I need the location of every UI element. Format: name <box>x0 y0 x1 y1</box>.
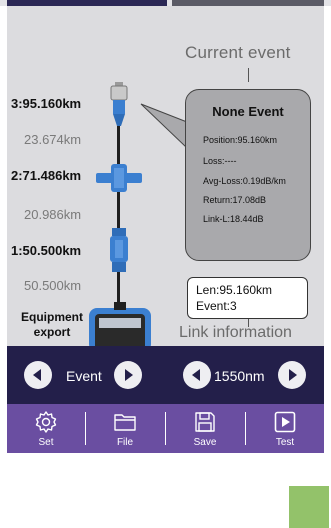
arrow-right-icon <box>289 369 297 381</box>
navigation-bar: Event 1550nm <box>7 346 324 404</box>
save-button[interactable]: Save <box>166 404 244 453</box>
link-length: Len:95.160km <box>196 283 273 297</box>
equipment-label-line-2: export <box>33 325 71 339</box>
adapter-connector-icon[interactable] <box>108 228 130 274</box>
event-3-distance: 3:95.160km <box>11 96 82 111</box>
splice-connector-icon[interactable] <box>96 164 142 192</box>
equipment-label-line-1: Equipment <box>21 310 83 324</box>
save-icon <box>195 412 215 432</box>
event-type-title: None Event <box>212 104 284 119</box>
end-connector-icon[interactable] <box>107 82 131 128</box>
folder-icon <box>114 414 136 431</box>
equipment-export-label: Equipment export <box>15 310 89 340</box>
arrow-right-icon <box>125 369 133 381</box>
set-button[interactable]: Set <box>7 404 85 453</box>
wavelength-next-button[interactable] <box>278 361 306 389</box>
file-label: File <box>116 437 134 448</box>
set-label: Set <box>38 437 54 448</box>
save-label: Save <box>193 437 217 448</box>
event-loss: Loss:---- <box>203 156 237 166</box>
wavelength-prev-button[interactable] <box>183 361 211 389</box>
event-info-panel: None Event Position:95.160km Loss:---- A… <box>185 89 311 261</box>
corner-green-block <box>289 486 329 528</box>
wavelength-label: 1550nm <box>214 368 265 384</box>
link-info-box: Len:95.160km Event:3 <box>187 277 308 319</box>
bottom-toolbar: Set File Save Test <box>7 404 324 453</box>
play-icon <box>274 411 296 433</box>
otdr-device-icon <box>89 302 151 346</box>
segment-3-length: 23.674km <box>24 132 82 147</box>
segment-1-length: 50.500km <box>24 278 82 293</box>
event-nav-label: Event <box>66 368 102 384</box>
event-1-distance: 1:50.500km <box>11 243 82 258</box>
event-2-distance: 2:71.486km <box>11 168 82 183</box>
segment-2-length: 20.986km <box>24 207 82 222</box>
link-info-title: Link information <box>179 324 292 341</box>
event-avg-loss: Avg-Loss:0.19dB/km <box>203 176 286 186</box>
file-button[interactable]: File <box>86 404 164 453</box>
event-return: Return:17.08dB <box>203 195 267 205</box>
arrow-left-icon <box>33 369 41 381</box>
event-prev-button[interactable] <box>24 361 52 389</box>
arrow-left-icon <box>192 369 200 381</box>
link-event-count: Event:3 <box>196 299 237 313</box>
test-label: Test <box>275 437 295 448</box>
current-event-title: Current event <box>185 43 291 62</box>
event-map-screen: Current event 3:95.160km 23.674km 2:71.4… <box>7 6 324 346</box>
test-button[interactable]: Test <box>246 404 324 453</box>
event-next-button[interactable] <box>114 361 142 389</box>
event-link-loss: Link-L:18.44dB <box>203 214 264 224</box>
event-position: Position:95.160km <box>203 135 278 145</box>
gear-icon <box>35 411 57 433</box>
bubble-pointer <box>140 103 189 150</box>
current-event-tick <box>248 68 249 82</box>
